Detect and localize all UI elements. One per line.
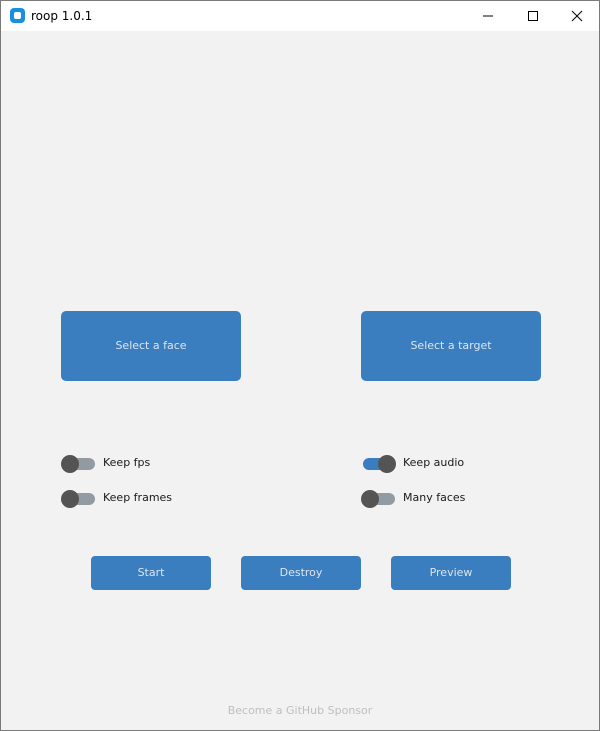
title-bar[interactable]: roop 1.0.1 — [1, 1, 599, 31]
minimize-icon — [483, 15, 493, 17]
select-face-button[interactable]: Select a face — [61, 311, 241, 381]
app-icon — [10, 8, 25, 23]
keep-audio-label: Keep audio — [403, 456, 465, 469]
keep-frames-label: Keep frames — [103, 491, 173, 504]
maximize-button[interactable] — [510, 1, 556, 31]
switch-knob — [378, 455, 396, 473]
minimize-button[interactable] — [465, 1, 511, 31]
select-target-button[interactable]: Select a target — [361, 311, 541, 381]
start-button[interactable]: Start — [91, 556, 211, 590]
close-icon — [571, 10, 583, 22]
maximize-icon — [528, 11, 538, 21]
many-faces-label: Many faces — [403, 491, 466, 504]
close-button[interactable] — [554, 1, 600, 31]
destroy-button[interactable]: Destroy — [241, 556, 361, 590]
app-window: roop 1.0.1 Select a face Select a target… — [0, 0, 600, 731]
github-sponsor-link[interactable]: Become a GitHub Sponsor — [1, 704, 599, 717]
switch-knob — [361, 490, 379, 508]
window-title: roop 1.0.1 — [31, 9, 93, 23]
preview-button[interactable]: Preview — [391, 556, 511, 590]
switch-knob — [61, 490, 79, 508]
switch-knob — [61, 455, 79, 473]
keep-fps-label: Keep fps — [103, 456, 151, 469]
